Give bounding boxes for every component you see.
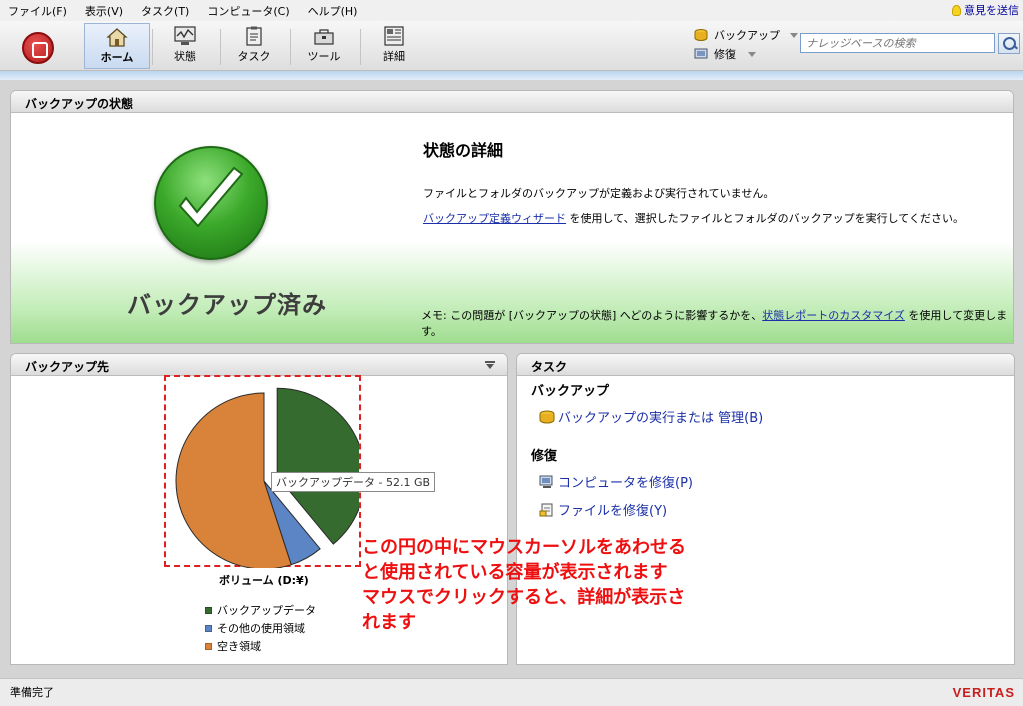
monitor-icon (174, 26, 196, 45)
detail-title: 状態の詳細 (423, 141, 504, 160)
restore-files-link[interactable]: ファイルを修復(Y) (539, 500, 667, 519)
status-bar: 準備完了 VERITAS (0, 678, 1023, 706)
memo-prefix: メモ: この問題が [バックアップの状態] へどのように影響するかを、 (421, 309, 763, 322)
menu-bar: ファイル(F) 表示(V) タスク(T) コンピュータ(C) ヘルプ(H) 意見… (0, 0, 1023, 21)
checkmark-icon (154, 146, 268, 260)
tab-status[interactable]: 状態 (152, 23, 218, 69)
legend-swatch (205, 642, 212, 650)
annotation-line: れます (362, 612, 416, 633)
backup-drive-icon (694, 29, 708, 41)
status-text: 準備完了 (10, 686, 54, 699)
tab-details-label: 詳細 (383, 50, 405, 63)
search-input[interactable] (800, 33, 995, 53)
volume-label: ボリューム (D:¥) (219, 574, 309, 587)
legend-label: バックアップデータ (217, 604, 316, 617)
legend-item: その他の使用領域 (205, 619, 316, 637)
feedback-link[interactable]: 意見を送信 (952, 2, 1019, 18)
legend-swatch (205, 606, 212, 614)
restore-icon (694, 48, 708, 59)
status-label: バックアップ済み (127, 291, 327, 319)
legend-item: バックアップデータ (205, 601, 316, 619)
legend-swatch (205, 624, 212, 632)
tab-details[interactable]: 詳細 (361, 23, 427, 69)
detail-text: ファイルとフォルダのバックアップが定義および実行されていません。 (423, 187, 775, 200)
run-backup-label: バックアップの実行または 管理(B) (558, 411, 764, 426)
clipboard-icon (246, 26, 262, 46)
menu-help[interactable]: ヘルプ(H) (306, 1, 360, 21)
backup-menu-label: バックアップ (714, 29, 780, 42)
home-icon (106, 28, 128, 47)
tab-home-label: ホーム (100, 51, 134, 64)
toolbar: ホーム 状態 タスク ツール 詳細 バックアップ 修復 (0, 21, 1023, 71)
file-restore-icon (539, 503, 553, 516)
chevron-down-icon (748, 51, 756, 57)
restore-computer-label: コンピュータを修復(P) (558, 476, 693, 491)
annotation-line: マウスでクリックすると、詳細が表示さ (362, 587, 686, 608)
panel-menu-dropdown-icon[interactable] (485, 361, 495, 369)
backup-wizard-link[interactable]: バックアップ定義ウィザード (423, 212, 566, 225)
restore-menu-button[interactable]: 修復 (694, 46, 756, 62)
menu-computer[interactable]: コンピュータ(C) (205, 1, 291, 21)
run-backup-link[interactable]: バックアップの実行または 管理(B) (539, 407, 763, 426)
lightbulb-icon (952, 4, 961, 16)
annotation-line: と使用されている容量が表示されます (362, 562, 668, 583)
toolbox-icon (314, 29, 334, 45)
tab-tasks[interactable]: タスク (221, 23, 287, 69)
task-section-restore: 修復 (531, 449, 558, 464)
detail-text-suffix: を使用して、選択したファイルとフォルダのバックアップを実行してください。 (566, 212, 964, 225)
menu-task[interactable]: タスク(T) (139, 1, 191, 21)
detail-text-2: バックアップ定義ウィザード を使用して、選択したファイルとフォルダのバックアップ… (423, 210, 964, 226)
legend-item: 空き領域 (205, 637, 316, 655)
customize-report-link[interactable]: 状態レポートのカスタマイズ (762, 309, 905, 322)
restore-files-label: ファイルを修復(Y) (558, 504, 668, 519)
panel-title: バックアップの状態 (11, 91, 1013, 113)
computer-restore-icon (539, 475, 553, 488)
details-icon (384, 26, 404, 46)
restore-menu-label: 修復 (714, 48, 736, 61)
panel-title: タスク (517, 354, 1014, 376)
veritas-logo: VERITAS (952, 685, 1015, 700)
backup-drive-icon (539, 410, 555, 423)
panel-title: バックアップ先 (11, 354, 507, 376)
menu-file[interactable]: ファイル(F) (6, 1, 69, 21)
backup-status-panel: バックアップの状態 バックアップ済み 状態の詳細 ファイルとフォルダのバックアッ… (10, 90, 1014, 344)
backup-menu-button[interactable]: バックアップ (694, 27, 798, 43)
toolbar-accent-line (0, 71, 1023, 80)
legend-label: その他の使用領域 (217, 622, 305, 635)
restore-computer-link[interactable]: コンピュータを修復(P) (539, 472, 693, 491)
app-logo-icon (22, 32, 54, 64)
tab-tasks-label: タスク (237, 50, 271, 63)
tab-tools-label: ツール (307, 50, 341, 63)
pie-tooltip: バックアップデータ - 52.1 GB (271, 472, 436, 492)
tab-tools[interactable]: ツール (291, 23, 357, 69)
tab-status-label: 状態 (174, 50, 196, 63)
task-section-backup: バックアップ (531, 384, 610, 399)
chevron-down-icon (790, 32, 798, 38)
feedback-label: 意見を送信 (964, 4, 1019, 17)
pie-legend: バックアップデータ その他の使用領域 空き領域 (205, 601, 316, 655)
tab-home[interactable]: ホーム (84, 23, 150, 69)
annotation-line: この円の中にマウスカーソルをあわせる (362, 537, 686, 558)
memo-text: メモ: この問題が [バックアップの状態] へどのように影響するかを、状態レポー… (421, 307, 1013, 339)
search-icon[interactable] (998, 33, 1020, 54)
status-body: バックアップ済み 状態の詳細 ファイルとフォルダのバックアップが定義および実行さ… (11, 113, 1013, 343)
legend-label: 空き領域 (217, 640, 261, 653)
annotation-text: この円の中にマウスカーソルをあわせる と使用されている容量が表示されます マウス… (362, 535, 686, 635)
menu-view[interactable]: 表示(V) (83, 1, 125, 21)
